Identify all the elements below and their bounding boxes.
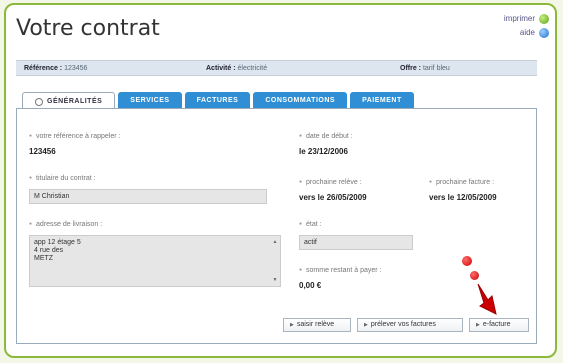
holder-field: M Christian	[29, 189, 267, 204]
red-dot-marker	[462, 256, 472, 266]
arrow-right-icon: ▶	[476, 322, 480, 328]
scroll-up-icon[interactable]: ▲	[273, 238, 278, 246]
tab-paiement[interactable]: PAIEMENT	[350, 92, 414, 109]
offer-info: Offre : tarif bleu	[400, 65, 450, 72]
top-links: imprimer aide	[504, 12, 549, 40]
generalites-panel: votre référence à rappeler : 123456 titu…	[16, 108, 537, 344]
address-scrollbar[interactable]: ▲ ▼	[272, 238, 278, 284]
amount-due-value: 0,00 €	[299, 281, 322, 290]
help-label: aide	[519, 28, 535, 37]
next-reading-label: prochaine relève :	[299, 179, 362, 186]
arrow-right-icon: ▶	[364, 322, 368, 328]
arrow-right-icon: ▶	[290, 322, 294, 328]
print-icon	[539, 14, 549, 24]
address-textarea[interactable]: app 12 étage 5 4 rue des METZ ▲ ▼	[29, 235, 281, 287]
tab-services[interactable]: SERVICES	[118, 92, 182, 109]
e-invoice-button[interactable]: ▶ e-facture	[469, 318, 529, 332]
tab-bar: GÉNÉRALITÉS SERVICES FACTURES CONSOMMATI…	[22, 92, 414, 110]
red-dot-marker	[470, 271, 479, 280]
start-date-value: le 23/12/2006	[299, 147, 348, 156]
next-invoice-label: prochaine facture :	[429, 179, 494, 186]
ref-recall-value: 123456	[29, 147, 56, 156]
scroll-down-icon[interactable]: ▼	[273, 276, 278, 284]
page-title: Votre contrat	[16, 16, 160, 41]
help-link[interactable]: aide	[504, 26, 549, 40]
print-link[interactable]: imprimer	[504, 12, 549, 26]
next-reading-value: vers le 26/05/2009	[299, 193, 367, 202]
status-field: actif	[299, 235, 413, 250]
tab-factures[interactable]: FACTURES	[184, 92, 251, 109]
start-date-label: date de début :	[299, 133, 353, 140]
reference-info: Référence : 123456	[24, 65, 88, 72]
holder-label: titulaire du contrat :	[29, 175, 96, 182]
next-invoice-value: vers le 12/05/2009	[429, 193, 497, 202]
print-label: imprimer	[503, 14, 535, 23]
enter-reading-button[interactable]: ▶ saisir relève	[283, 318, 351, 332]
address-label: adresse de livraison :	[29, 221, 102, 228]
amount-due-label: somme restant à payer :	[299, 267, 381, 274]
contract-info-bar: Référence : 123456 Activité : électricit…	[16, 60, 537, 76]
help-icon	[539, 28, 549, 38]
activity-info: Activité : électricité	[206, 65, 268, 72]
ref-recall-label: votre référence à rappeler :	[29, 133, 120, 140]
direct-debit-button[interactable]: ▶ prélever vos factures	[357, 318, 463, 332]
red-arrow-icon	[477, 283, 497, 315]
tab-consommations[interactable]: CONSOMMATIONS	[253, 92, 348, 109]
tab-indicator-icon	[35, 97, 43, 106]
status-label: état :	[299, 221, 322, 228]
